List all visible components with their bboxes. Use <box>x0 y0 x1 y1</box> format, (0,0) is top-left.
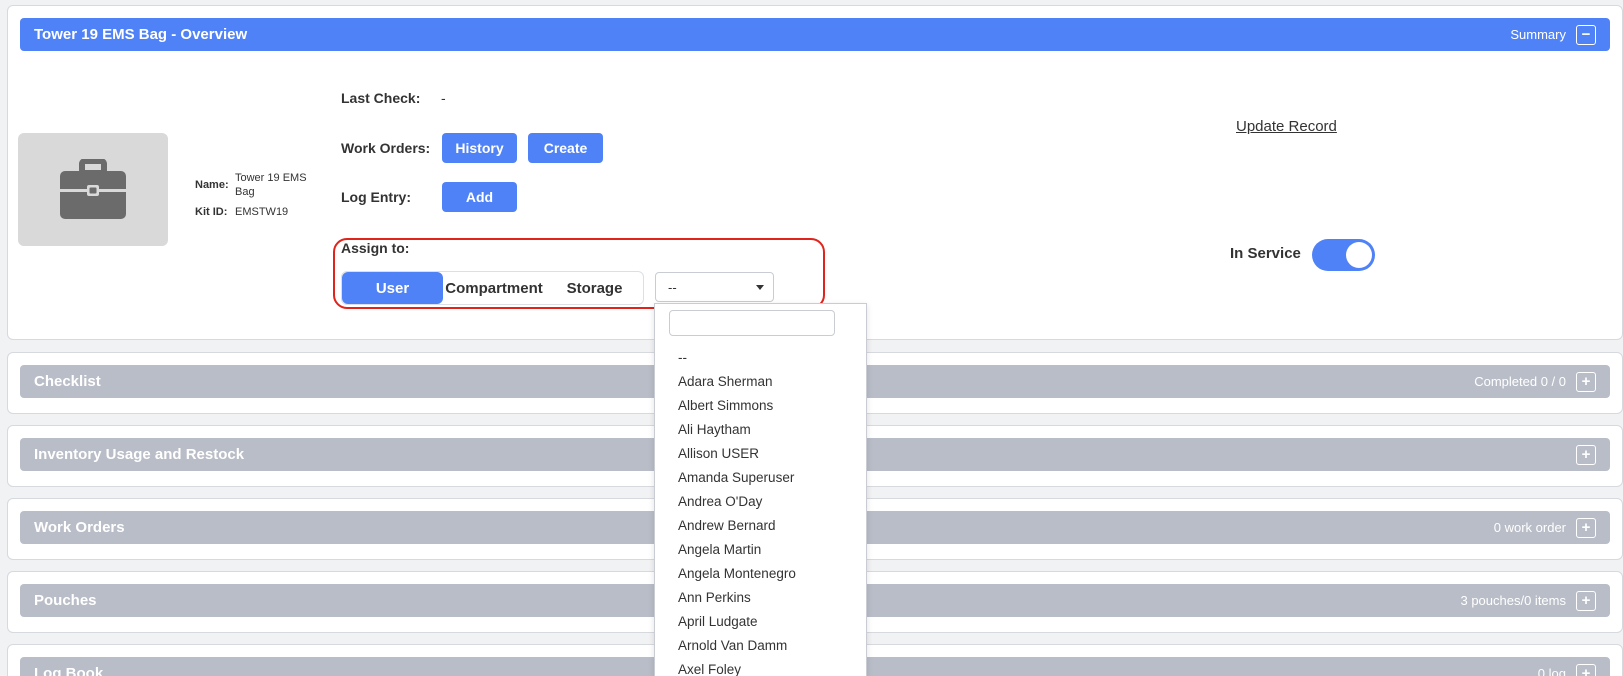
dropdown-options: -- Adara Sherman Albert Simmons Ali Hayt… <box>678 346 796 676</box>
pouches-status: 3 pouches/0 items <box>1460 593 1566 608</box>
expand-icon[interactable]: + <box>1576 517 1596 538</box>
expand-icon[interactable]: + <box>1576 590 1596 611</box>
caret-down-icon <box>756 285 764 290</box>
expand-icon[interactable]: + <box>1576 663 1596 676</box>
kit-id-value: EMSTW19 <box>235 206 289 218</box>
last-check-value: - <box>441 90 446 106</box>
work-orders-status: 0 work order <box>1493 520 1566 535</box>
expand-icon[interactable]: + <box>1576 371 1596 392</box>
in-service-toggle[interactable] <box>1312 239 1375 271</box>
briefcase-icon <box>60 158 126 219</box>
dropdown-option[interactable]: Angela Montenegro <box>678 562 796 586</box>
assign-tab-user[interactable]: User <box>342 272 443 304</box>
work-orders-title: Work Orders <box>34 519 125 536</box>
pouches-title: Pouches <box>34 592 97 609</box>
toggle-knob <box>1346 242 1372 268</box>
overview-title: Tower 19 EMS Bag - Overview <box>34 26 248 43</box>
dropdown-option[interactable]: Ann Perkins <box>678 586 796 610</box>
assign-user-select[interactable]: -- <box>655 272 774 302</box>
log-entry-label: Log Entry: <box>341 189 411 205</box>
dropdown-option[interactable]: Arnold Van Damm <box>678 634 796 658</box>
last-check-label: Last Check: <box>341 90 421 106</box>
dropdown-option[interactable]: Adara Sherman <box>678 370 796 394</box>
log-book-status: 0 log <box>1537 666 1566 676</box>
in-service-label: In Service <box>1230 245 1301 262</box>
name-label: Name: <box>195 179 229 191</box>
checklist-status: Completed 0 / 0 <box>1474 374 1566 389</box>
name-value-line1: Tower 19 EMS <box>235 172 307 184</box>
dropdown-option[interactable]: Andrea O'Day <box>678 490 796 514</box>
log-book-title: Log Book <box>34 665 104 676</box>
dropdown-option[interactable]: Albert Simmons <box>678 394 796 418</box>
dropdown-option[interactable]: -- <box>678 346 796 370</box>
update-record-link[interactable]: Update Record <box>1236 118 1337 135</box>
kit-id-label: Kit ID: <box>195 206 228 218</box>
dropdown-option[interactable]: Andrew Bernard <box>678 514 796 538</box>
summary-label[interactable]: Summary <box>1510 27 1566 42</box>
overview-header: Tower 19 EMS Bag - Overview Summary − <box>20 18 1610 51</box>
create-button[interactable]: Create <box>528 133 603 163</box>
history-button[interactable]: History <box>442 133 517 163</box>
work-orders-label: Work Orders: <box>341 140 431 156</box>
inventory-title: Inventory Usage and Restock <box>34 446 245 463</box>
dropdown-option[interactable]: Allison USER <box>678 442 796 466</box>
dropdown-option[interactable]: Amanda Superuser <box>678 466 796 490</box>
assign-to-label: Assign to: <box>341 240 410 256</box>
dropdown-option[interactable]: Angela Martin <box>678 538 796 562</box>
expand-icon[interactable]: + <box>1576 444 1596 465</box>
add-log-button[interactable]: Add <box>442 182 517 212</box>
kit-bag-image <box>18 133 168 246</box>
dropdown-search-input[interactable] <box>669 310 835 336</box>
dropdown-option[interactable]: Ali Haytham <box>678 418 796 442</box>
assign-tab-compartment[interactable]: Compartment <box>443 272 545 304</box>
dropdown-option[interactable]: Axel Foley <box>678 658 796 676</box>
collapse-icon[interactable]: − <box>1576 24 1596 45</box>
dropdown-option[interactable]: April Ludgate <box>678 610 796 634</box>
assign-tab-storage[interactable]: Storage <box>545 272 644 304</box>
select-value: -- <box>668 279 677 295</box>
checklist-title: Checklist <box>34 373 101 390</box>
name-value-line2: Bag <box>235 186 255 198</box>
assign-segmented-control: User Compartment Storage <box>341 271 644 305</box>
user-select-dropdown: -- Adara Sherman Albert Simmons Ali Hayt… <box>654 303 867 676</box>
